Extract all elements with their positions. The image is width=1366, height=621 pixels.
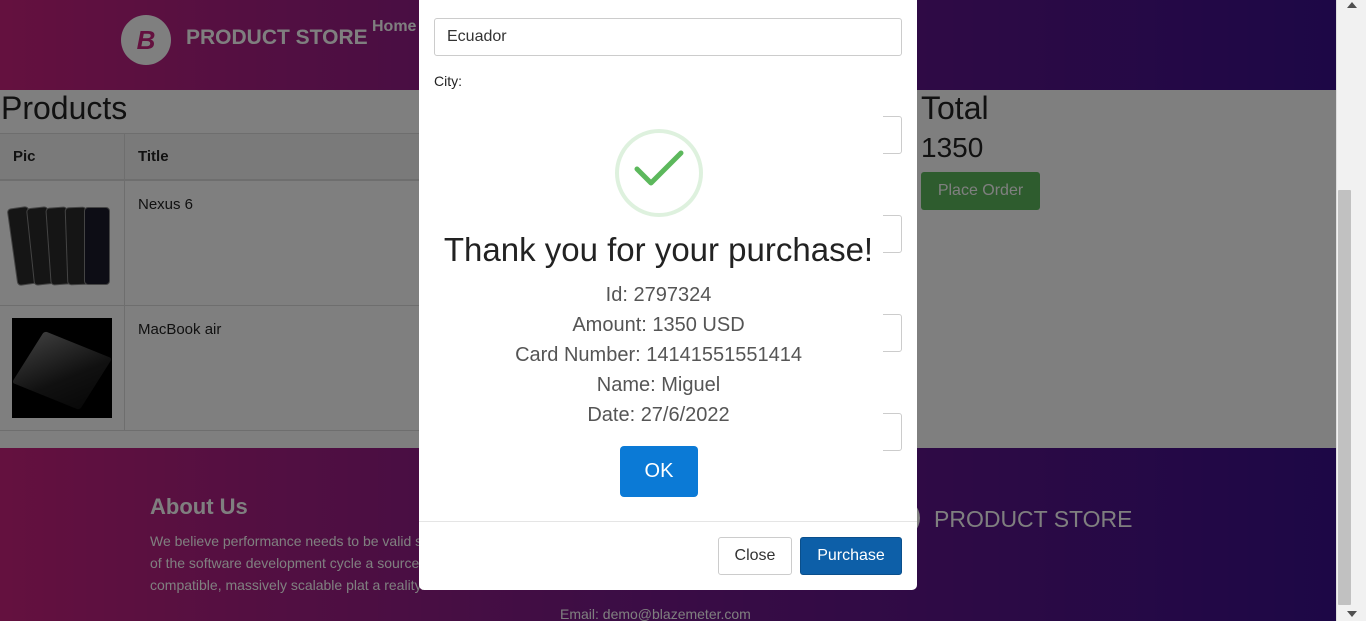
scroll-up-arrow-icon[interactable] xyxy=(1347,2,1357,8)
ok-button[interactable]: OK xyxy=(620,446,698,497)
purchase-button[interactable]: Purchase xyxy=(800,537,902,575)
alert-title: Thank you for your purchase! xyxy=(443,231,874,268)
city-label: City: xyxy=(434,73,462,89)
order-date: Date: 27/6/2022 xyxy=(587,404,730,426)
page-scrollbar[interactable] xyxy=(1336,0,1366,621)
scrollbar-thumb[interactable] xyxy=(1338,190,1351,605)
checkmark-icon xyxy=(634,150,684,186)
order-name: Name: Miguel xyxy=(596,374,721,396)
scroll-down-arrow-icon[interactable] xyxy=(1347,611,1357,617)
order-card-number: Card Number: 14141551551414 xyxy=(515,344,802,366)
order-id: Id: 2797324 xyxy=(605,284,712,306)
alert-details: Id: 2797324 Amount: 1350 USD Card Number… xyxy=(434,280,883,430)
close-button[interactable]: Close xyxy=(718,537,792,575)
country-input[interactable]: Ecuador xyxy=(434,18,902,56)
success-icon-circle xyxy=(615,129,703,217)
order-amount: Amount: 1350 USD xyxy=(572,314,745,336)
purchase-confirmation-alert: Thank you for your purchase! Id: 2797324… xyxy=(434,108,883,512)
modal-footer-divider xyxy=(419,521,917,522)
